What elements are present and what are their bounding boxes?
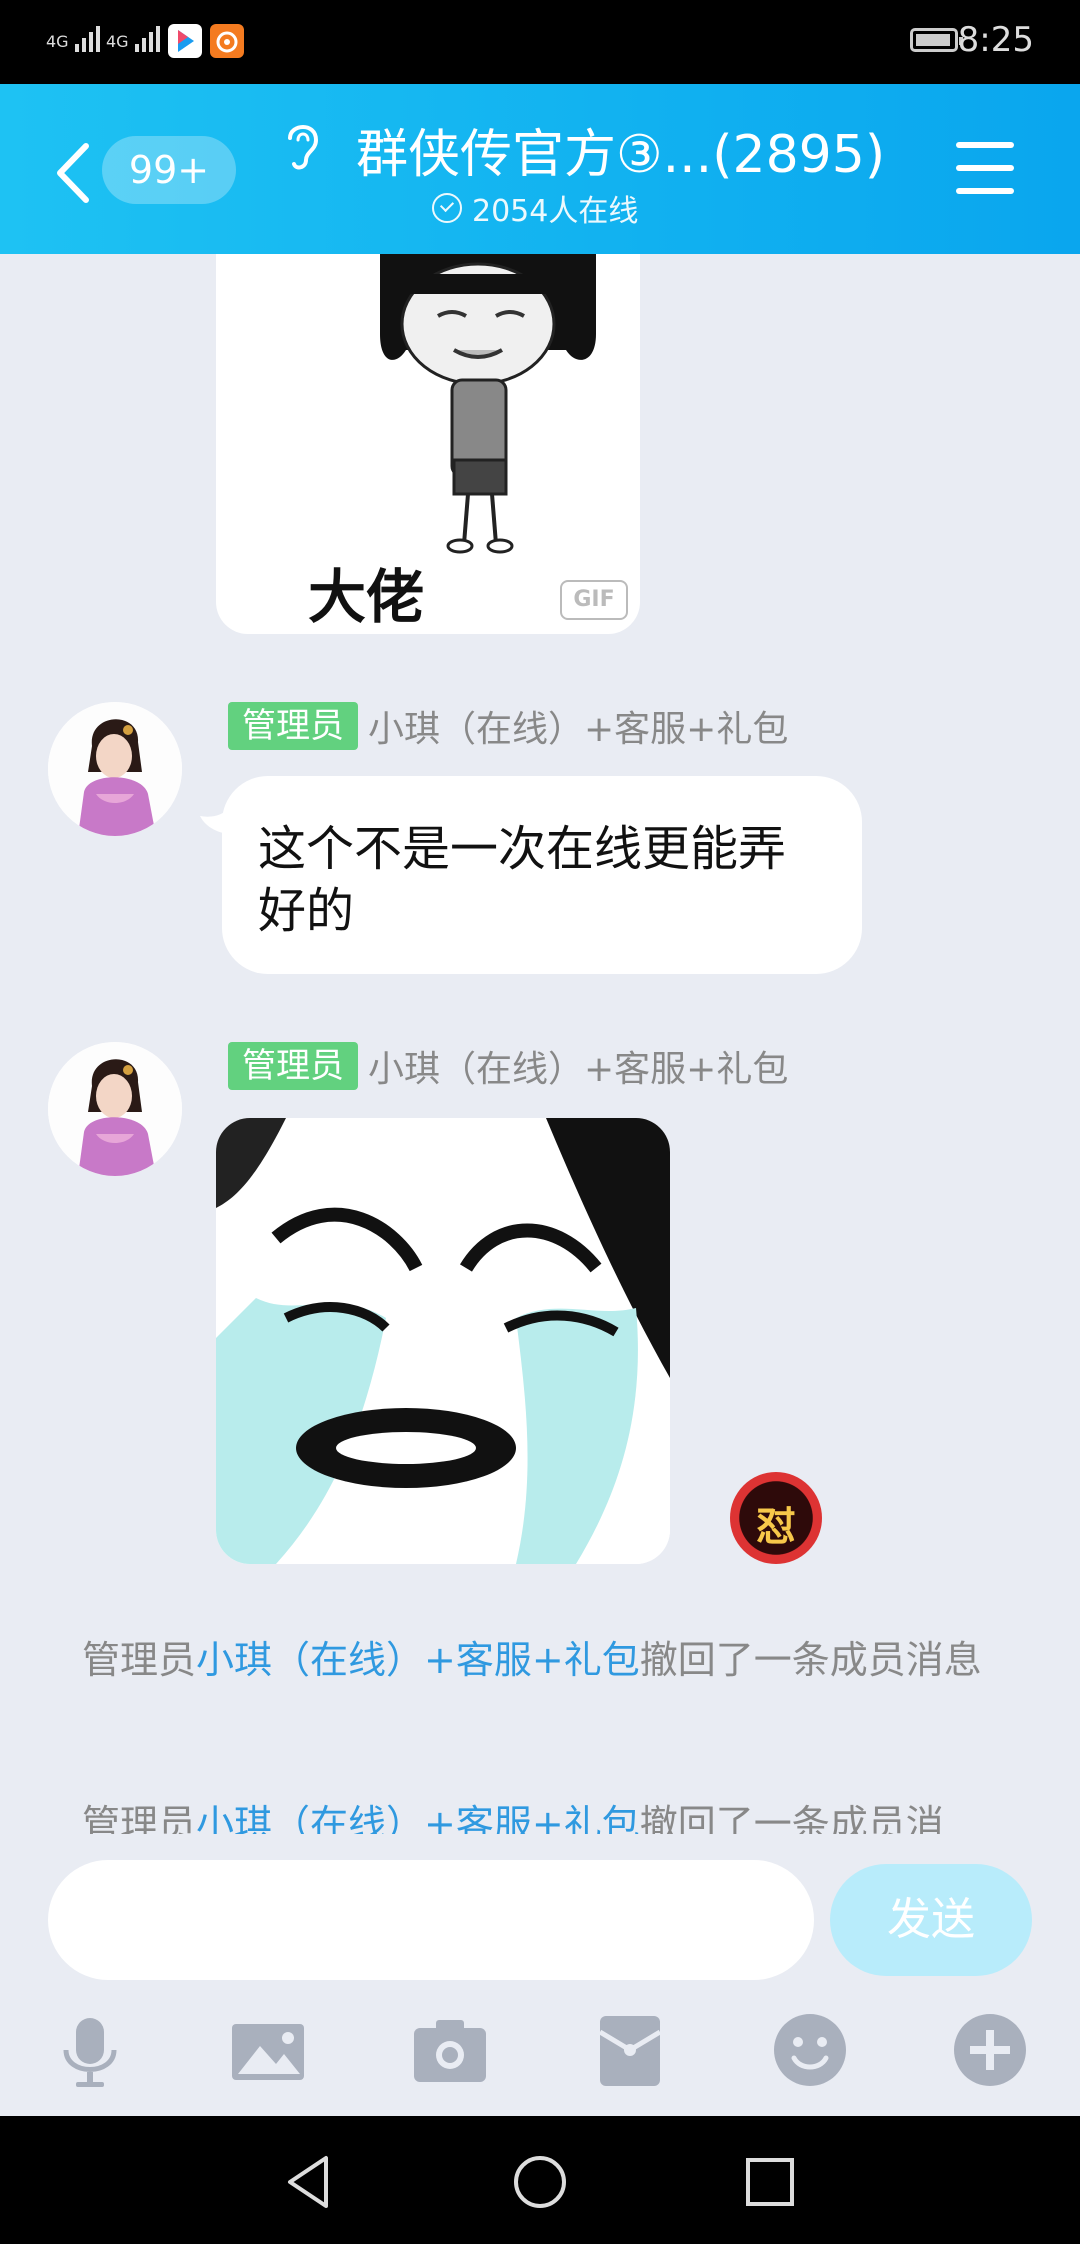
sticker-caption: 大佬 [308,563,425,631]
avatar-image [48,1042,182,1176]
sender-avatar[interactable] [48,1042,182,1176]
admin-badge: 管理员 [228,1042,358,1090]
system-notice-name[interactable]: 小琪（在线）+客服+礼包 [196,1638,640,1682]
sender-name-row: 管理员 小琪（在线）+客服+礼包 [228,700,788,752]
status-bar: 4G 4G 8:25 [0,0,1080,84]
sticker-message-top[interactable]: 大佬 GIF [216,254,640,634]
battery-icon [910,28,963,52]
send-button[interactable]: 发送 [830,1864,1032,1976]
system-nav-bar [0,2116,1080,2244]
system-notice-prefix: 管理员 [82,1802,197,1834]
crying-meme-image [216,1118,670,1564]
menu-icon[interactable] [956,142,1014,194]
message-text: 这个不是一次在线更能弄好的 [258,821,787,939]
online-status[interactable]: 2054人在线 [432,186,638,230]
avatar-image [48,702,182,836]
chevron-down-circle-icon [432,193,462,223]
signal-2-label: 4G [106,32,129,51]
red-packet-icon[interactable] [590,2010,670,2090]
camera-icon[interactable] [410,2010,490,2090]
back-chevron-icon[interactable] [50,138,96,208]
uc-browser-icon [210,24,244,58]
nav-home-icon[interactable] [510,2152,570,2212]
gif-badge: GIF [560,580,628,620]
signal-1-label: 4G [46,32,69,51]
message-input[interactable] [48,1860,814,1980]
sender-name[interactable]: 小琪（在线）+客服+礼包 [368,700,788,752]
chat-header: 99+ 群侠传官方③...(2895) 2054人在线 [0,84,1080,254]
system-notice-prefix: 管理员 [82,1638,197,1682]
system-notice: 管理员小琪（在线）+客服+礼包撤回了一条成员消 [82,1800,1002,1834]
system-notice-suffix: 撤回了一条成员消 [639,1802,944,1834]
microphone-icon[interactable] [50,2010,130,2090]
unread-count-badge[interactable]: 99+ [102,136,236,204]
online-count: 2054人在线 [472,194,639,229]
admin-badge: 管理员 [228,702,358,750]
signal-1-icon: 4G [46,22,107,52]
system-notice: 管理员小琪（在线）+客服+礼包撤回了一条成员消息 [82,1636,1002,1684]
emoji-icon[interactable] [770,2010,850,2090]
medal-badge-icon: 怼 [730,1472,822,1564]
medal-text: 怼 [756,1504,796,1550]
youku-app-icon [168,24,202,58]
text-message-bubble[interactable]: 这个不是一次在线更能弄好的 [222,776,862,974]
group-title[interactable]: 群侠传官方③...(2895) [356,112,885,187]
nav-back-icon[interactable] [280,2152,340,2212]
sender-avatar[interactable] [48,702,182,836]
clock: 8:25 [957,20,1034,60]
input-area: 发送 [0,1834,1080,2116]
signal-2-icon: 4G [106,22,167,52]
meme-face-image [380,254,596,554]
system-notice-name[interactable]: 小琪（在线）+客服+礼包 [196,1802,640,1834]
sticker-message-crying[interactable] [216,1118,670,1564]
plus-icon[interactable] [950,2010,1030,2090]
sender-name[interactable]: 小琪（在线）+客服+礼包 [368,1040,788,1092]
image-icon[interactable] [228,2010,308,2090]
sender-name-row: 管理员 小琪（在线）+客服+礼包 [228,1040,788,1092]
system-notice-suffix: 撤回了一条成员消息 [639,1638,982,1682]
ear-icon[interactable] [282,118,322,174]
nav-recents-icon[interactable] [740,2152,800,2212]
